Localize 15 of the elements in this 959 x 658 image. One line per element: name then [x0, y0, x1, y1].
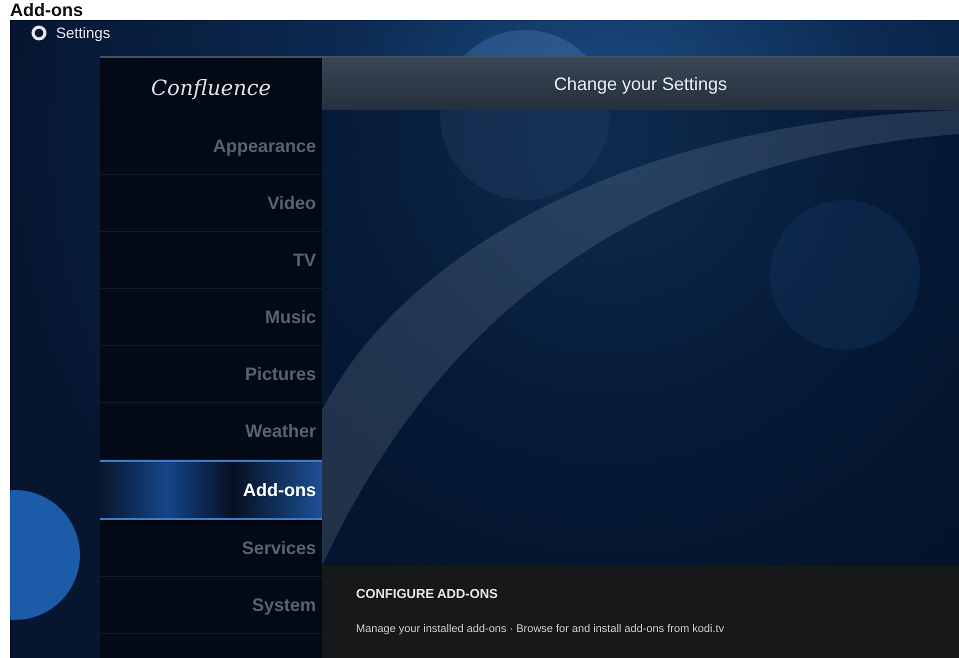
page-heading: Add-ons — [9, 0, 84, 20]
menu-item[interactable]: TV — [100, 232, 322, 289]
menu-item[interactable]: Add-ons — [100, 460, 322, 520]
menu-item[interactable]: Appearance — [100, 118, 322, 175]
skin-logo: Confluence — [150, 75, 272, 102]
menu-item[interactable]: Weather — [100, 403, 322, 460]
description-text: Manage your installed add-ons · Browse for and install add-ons from kodi.tv — [356, 623, 726, 635]
menu-item[interactable]: Music — [100, 289, 322, 346]
section-heading: CONFIGURE ADD-ONS — [356, 586, 499, 601]
settings-icon — [30, 24, 48, 42]
menu-item[interactable]: Video — [100, 175, 322, 232]
menu-item[interactable]: Services — [100, 520, 322, 577]
content-title: Change your Settings — [322, 58, 959, 110]
menu-item[interactable]: Pictures — [100, 346, 322, 403]
window-title: Settings — [56, 24, 110, 42]
